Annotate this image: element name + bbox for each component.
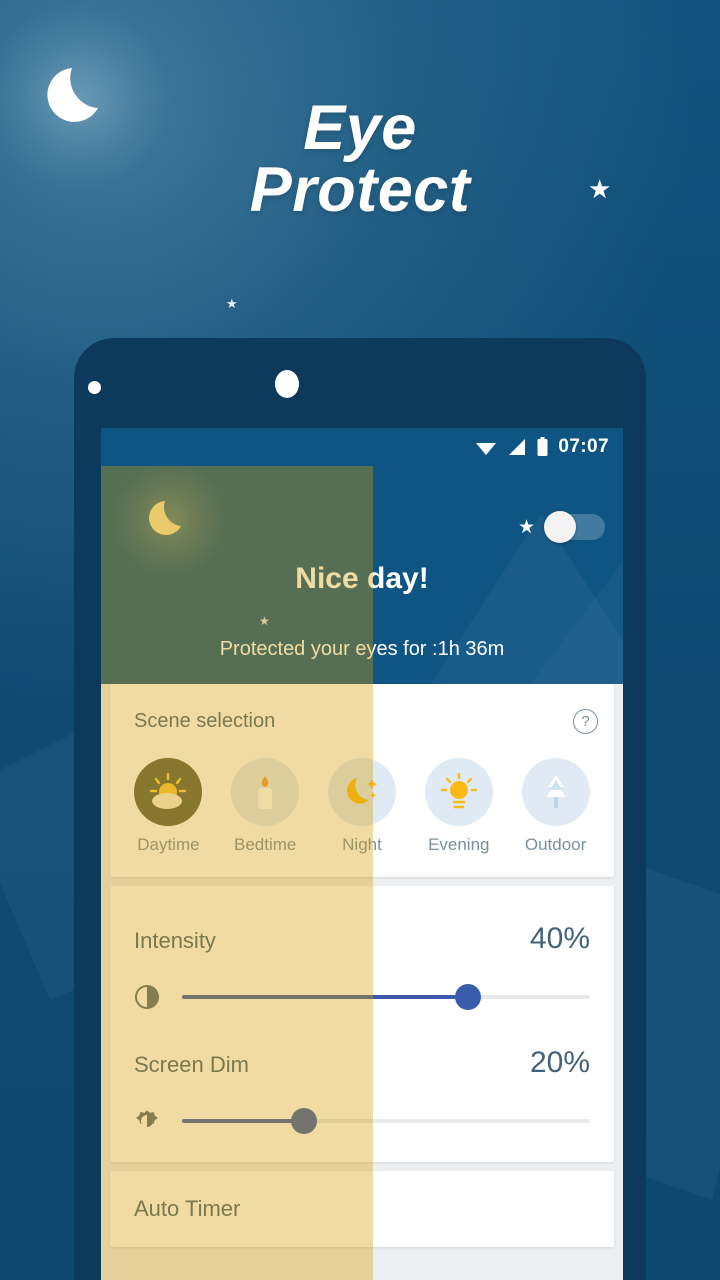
scene-label: Outdoor: [524, 835, 587, 854]
candle-icon: [231, 758, 300, 826]
toggle-switch-track[interactable]: [544, 511, 605, 543]
star-icon: ★: [226, 296, 238, 311]
intensity-slider-thumb[interactable]: [454, 984, 481, 1010]
scene-label: Night: [342, 835, 382, 854]
auto-timer-label: Auto Timer: [134, 1196, 241, 1221]
pine-tree-icon: [521, 758, 590, 826]
scene-selection-card: Scene selection ? Daytime Bedtime Night …: [110, 684, 614, 877]
scene-label: Evening: [428, 835, 490, 854]
screen-dim-header: Screen Dim 20%: [134, 1046, 590, 1080]
scene-selection-header: Scene selection ?: [110, 684, 614, 758]
filter-power-toggle[interactable]: ★: [517, 511, 605, 543]
sun-cloud-icon: [134, 758, 203, 826]
scene-item-evening[interactable]: Evening: [410, 758, 507, 855]
scene-item-outdoor[interactable]: Outdoor: [507, 758, 604, 855]
screen-dim-slider[interactable]: [182, 1108, 590, 1134]
status-bar: 07:07: [101, 428, 623, 466]
scene-label: Bedtime: [234, 835, 297, 854]
settings-content: Scene selection ? Daytime Bedtime Night …: [101, 684, 623, 1280]
intensity-slider-line: [134, 984, 590, 1010]
sliders-card: Intensity 40% Screen Dim 20%: [110, 886, 614, 1162]
crescent-moon-icon: [112, 466, 227, 577]
intensity-label: Intensity: [134, 928, 216, 953]
star-icon: ★: [517, 516, 535, 538]
intensity-setting-row: Intensity 40%: [134, 912, 590, 1036]
intensity-slider[interactable]: [182, 984, 590, 1010]
proximity-sensor-icon: [88, 381, 101, 394]
scene-item-night[interactable]: Night: [314, 758, 411, 855]
contrast-icon: [135, 985, 159, 1009]
auto-timer-row[interactable]: Auto Timer: [110, 1171, 614, 1247]
scene-selection-title: Scene selection: [134, 709, 276, 732]
front-camera-icon: [275, 370, 299, 398]
screen-dim-slider-thumb[interactable]: [291, 1108, 318, 1134]
intensity-slider-fill: [182, 995, 468, 999]
screen-dim-slider-fill: [182, 1119, 305, 1123]
scene-list: Daytime Bedtime Night Evening Outdoor: [110, 758, 614, 877]
intensity-value: 40%: [529, 922, 590, 955]
battery-full-icon: [537, 437, 548, 456]
scene-item-daytime[interactable]: Daytime: [120, 758, 217, 855]
screen-dim-label: Screen Dim: [134, 1052, 249, 1077]
scene-label: Daytime: [137, 835, 200, 854]
app-header: ★ ★ Nice day! Protected your eyes for :1…: [101, 466, 623, 684]
cellular-signal-icon: [509, 439, 526, 455]
title-line-1: Eye: [303, 93, 417, 163]
greeting-text: Nice day!: [295, 562, 429, 595]
scene-item-bedtime[interactable]: Bedtime: [217, 758, 314, 855]
toggle-switch-knob[interactable]: [544, 511, 576, 543]
moon-stars-icon: [327, 758, 396, 826]
wifi-icon: [476, 443, 497, 455]
screen-dim-value: 20%: [529, 1046, 590, 1079]
light-bulb-icon: [424, 758, 493, 826]
star-icon: ★: [259, 614, 270, 628]
screen-dim-slider-line: [134, 1108, 590, 1134]
protected-duration-text: Protected your eyes for :1h 36m: [219, 638, 505, 660]
status-clock: 07:07: [558, 436, 609, 457]
intensity-header: Intensity 40%: [134, 922, 590, 956]
help-question-icon[interactable]: ?: [573, 708, 598, 734]
phone-screen: 07:07 ★ ★ Nice day! Protected your eyes …: [101, 428, 623, 1280]
screen-dim-setting-row: Screen Dim 20%: [134, 1036, 590, 1142]
page-title: Eye Protect: [0, 97, 720, 226]
brightness-icon: [136, 1110, 158, 1127]
title-line-2: Protect: [249, 155, 471, 226]
